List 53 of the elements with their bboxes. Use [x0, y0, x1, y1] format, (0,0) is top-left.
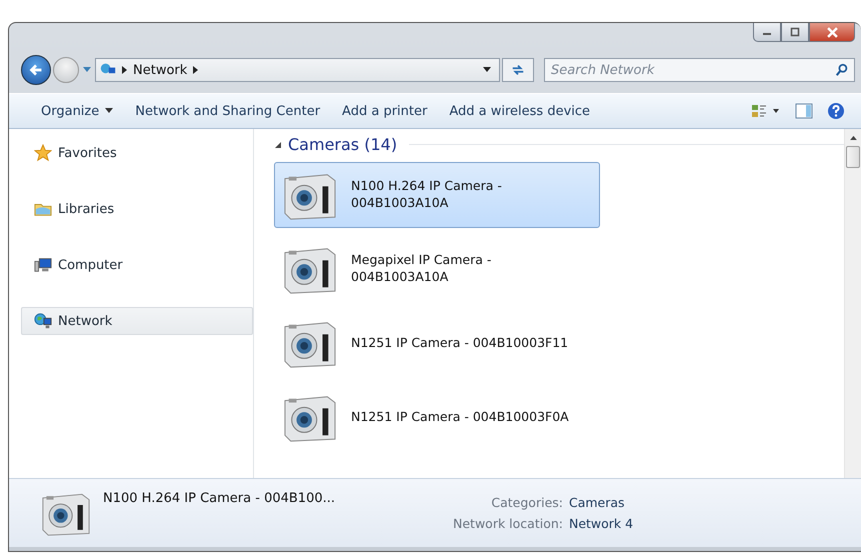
navigation-item[interactable]: Computer — [21, 251, 253, 279]
chevron-icon[interactable] — [193, 66, 198, 74]
navigation-label: Network — [58, 314, 112, 328]
device-name: N100 H.264 IP Camera - 004B1003A10A — [351, 178, 502, 212]
preview-pane-icon[interactable] — [795, 103, 813, 119]
device-item[interactable]: Megapixel IP Camera - 004B1003A10A — [274, 236, 600, 302]
device-item[interactable]: N1251 IP Camera - 004B10003F11 — [274, 310, 600, 376]
close-icon — [826, 26, 838, 38]
caret-icon — [105, 108, 114, 114]
close-button[interactable] — [809, 23, 855, 42]
collapse-triangle-icon[interactable] — [274, 140, 282, 148]
toolbar-button[interactable]: Organize — [37, 100, 118, 122]
back-button[interactable] — [21, 55, 51, 85]
history-dropdown-icon[interactable] — [83, 67, 91, 73]
device-item[interactable]: N100 H.264 IP Camera - 004B1003A10A — [274, 162, 600, 228]
search-icon — [835, 63, 849, 77]
breadcrumb-item[interactable]: Network — [133, 62, 188, 78]
navigation-label: Computer — [58, 258, 123, 272]
toolbar-button[interactable]: Network and Sharing Center — [131, 100, 324, 122]
navigation-item[interactable]: Network — [21, 307, 253, 335]
scrollbar[interactable] — [844, 129, 861, 478]
property-value: Cameras — [568, 495, 626, 510]
search-field[interactable]: Search Network — [544, 58, 855, 82]
device-item[interactable]: N1251 IP Camera - 004B10003F0A — [274, 384, 600, 450]
scroll-thumb[interactable] — [846, 146, 860, 168]
device-name: Megapixel IP Camera - 004B1003A10A — [351, 252, 492, 286]
refresh-button[interactable] — [502, 58, 534, 82]
help-icon[interactable] — [827, 102, 845, 120]
selected-item-name: N100 H.264 IP Camera - 004B100... — [103, 491, 336, 506]
property-value: Network 4 — [568, 516, 634, 531]
property-label: Categories: — [490, 495, 563, 510]
property-label: Network location: — [453, 516, 563, 531]
view-options-icon[interactable] — [751, 103, 781, 119]
device-name: N1251 IP Camera - 004B10003F11 — [351, 334, 568, 352]
star-icon — [34, 144, 52, 162]
maximize-button[interactable] — [781, 23, 809, 42]
navigation-label: Favorites — [58, 146, 117, 160]
scroll-up-arrow-icon[interactable] — [850, 135, 856, 140]
device-name: N1251 IP Camera - 004B10003F0A — [351, 408, 569, 426]
network-icon — [34, 312, 52, 330]
toolbar-button[interactable]: Add a wireless device — [445, 100, 594, 122]
navigation-label: Libraries — [58, 202, 114, 216]
navigation-item[interactable]: Libraries — [21, 195, 253, 223]
computer-icon — [34, 256, 52, 274]
address-bar[interactable]: Network — [95, 58, 500, 82]
chevron-icon[interactable] — [122, 66, 127, 74]
group-header: Cameras (14) — [288, 135, 398, 154]
navigation-item[interactable]: Favorites — [21, 139, 253, 167]
dropdown-arrow-icon[interactable] — [483, 67, 491, 73]
minimize-button[interactable] — [753, 23, 781, 42]
maximize-icon — [790, 27, 800, 37]
toolbar-button[interactable]: Add a printer — [338, 100, 432, 122]
refresh-arrows-icon — [511, 63, 525, 77]
